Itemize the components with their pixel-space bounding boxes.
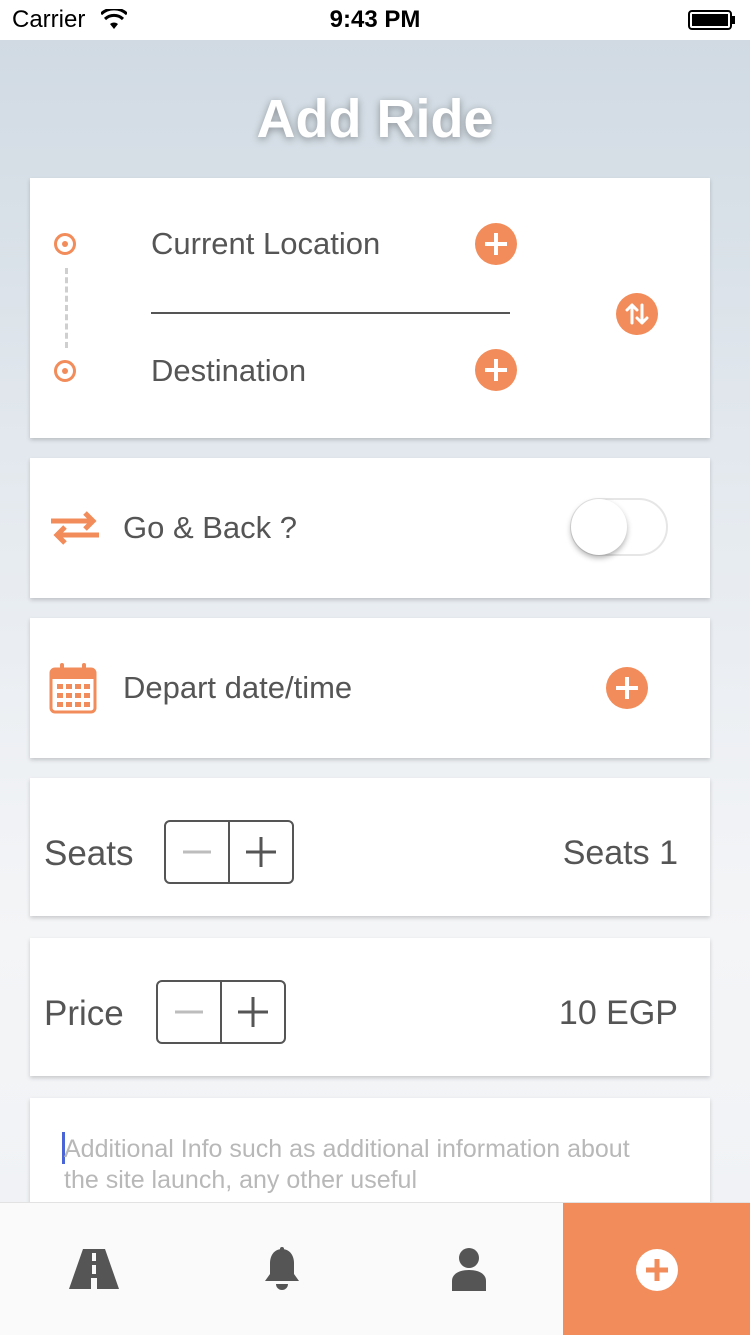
depart-label: Depart date/time bbox=[123, 670, 353, 705]
tab-bar bbox=[0, 1202, 750, 1335]
round-trip-icon bbox=[51, 511, 99, 545]
minus-icon bbox=[175, 1010, 203, 1014]
go-back-label: Go & Back ? bbox=[123, 510, 298, 545]
seats-increment-button[interactable] bbox=[228, 822, 292, 882]
toggle-knob bbox=[571, 499, 627, 555]
route-card: Current Location Destination bbox=[30, 178, 710, 438]
seats-label: Seats bbox=[44, 834, 134, 873]
seats-decrement-button[interactable] bbox=[166, 822, 228, 882]
tab-notifications[interactable] bbox=[188, 1203, 376, 1335]
minus-icon bbox=[183, 850, 211, 854]
user-icon bbox=[452, 1248, 486, 1291]
road-icon bbox=[69, 1249, 119, 1289]
price-label: Price bbox=[44, 994, 124, 1033]
add-icon bbox=[636, 1249, 678, 1291]
depart-card[interactable]: Depart date/time bbox=[30, 618, 710, 758]
calendar-icon bbox=[49, 663, 97, 714]
seats-value: Seats 1 bbox=[562, 834, 678, 872]
page-title: Add Ride bbox=[256, 89, 494, 149]
route-divider bbox=[151, 312, 510, 314]
status-bar: Carrier 9:43 PM bbox=[0, 0, 750, 40]
destination-field[interactable]: Destination bbox=[151, 353, 306, 389]
battery-icon bbox=[688, 10, 735, 30]
add-origin-button[interactable] bbox=[475, 223, 517, 265]
destination-marker-icon bbox=[54, 360, 76, 382]
origin-field[interactable]: Current Location bbox=[151, 226, 380, 262]
origin-marker-icon bbox=[54, 233, 76, 255]
price-value: 10 EGP bbox=[558, 994, 678, 1032]
tab-add-ride[interactable] bbox=[563, 1203, 750, 1335]
swap-vertical-icon bbox=[625, 303, 649, 325]
swap-locations-button[interactable] bbox=[616, 293, 658, 335]
seats-stepper bbox=[164, 820, 294, 884]
go-back-toggle[interactable] bbox=[570, 498, 668, 556]
tab-profile[interactable] bbox=[376, 1203, 563, 1335]
add-destination-button[interactable] bbox=[475, 349, 517, 391]
clock: 9:43 PM bbox=[329, 6, 421, 33]
price-decrement-button[interactable] bbox=[158, 982, 220, 1042]
price-stepper bbox=[156, 980, 286, 1044]
price-increment-button[interactable] bbox=[220, 982, 284, 1042]
add-depart-button[interactable] bbox=[606, 667, 648, 709]
bell-icon bbox=[265, 1247, 299, 1290]
go-back-card: Go & Back ? bbox=[30, 458, 710, 598]
seats-card: Seats Seats 1 bbox=[30, 778, 710, 916]
price-card: Price 10 EGP bbox=[30, 938, 710, 1076]
tab-rides[interactable] bbox=[0, 1203, 188, 1335]
route-dotted-line bbox=[65, 268, 68, 348]
additional-info-placeholder: Additional Info such as additional infor… bbox=[64, 1135, 630, 1194]
